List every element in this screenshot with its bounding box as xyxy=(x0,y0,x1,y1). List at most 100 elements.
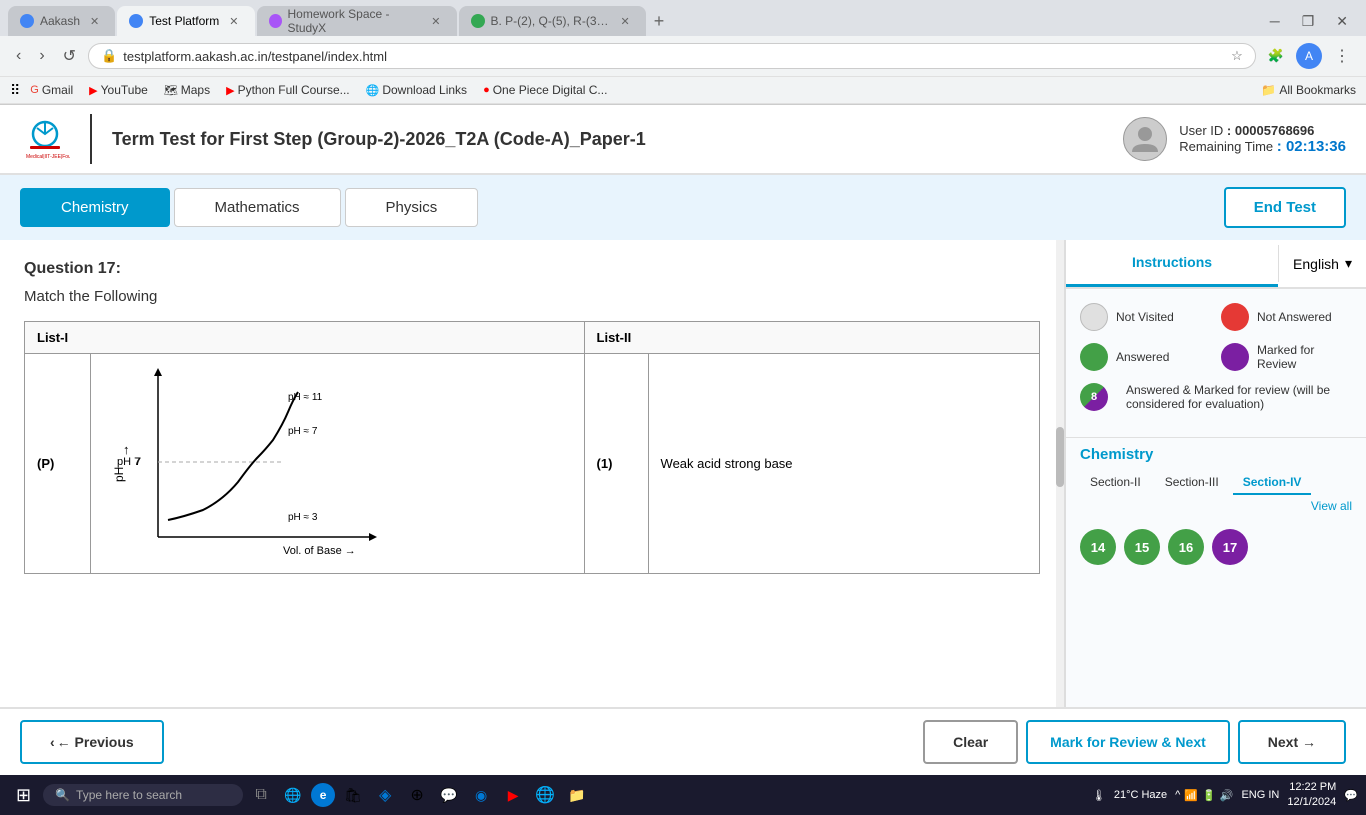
q-btn-17[interactable]: 17 xyxy=(1212,529,1248,565)
svg-text:pH ≈ 7: pH ≈ 7 xyxy=(288,426,318,437)
extensions-button[interactable]: 🧩 xyxy=(1262,44,1290,68)
all-bookmarks[interactable]: 📁 All Bookmarks xyxy=(1261,83,1356,97)
new-tab-button[interactable]: + xyxy=(648,11,671,32)
taskbar-whatsapp[interactable]: 💬 xyxy=(435,781,463,809)
notification-icon[interactable]: 💬 xyxy=(1344,789,1358,802)
volume-icon[interactable]: 🔊 xyxy=(1220,789,1234,802)
bookmark-python-label: Python Full Course... xyxy=(238,83,350,97)
profile-button[interactable]: A xyxy=(1296,43,1322,69)
restore-button[interactable]: ❐ xyxy=(1292,9,1325,34)
q-btn-16[interactable]: 16 xyxy=(1168,529,1204,565)
legend-row-1: Not Visited Not Answered xyxy=(1080,303,1352,331)
taskbar-app3[interactable]: ◉ xyxy=(467,781,495,809)
bookmark-maps[interactable]: 🗺 Maps xyxy=(158,81,216,99)
scroll-thumb[interactable] xyxy=(1056,427,1064,487)
bookmark-youtube[interactable]: ▶ YouTube xyxy=(83,81,154,99)
bookmark-gmail[interactable]: G Gmail xyxy=(24,81,79,99)
address-bar[interactable]: 🔒 testplatform.aakash.ac.in/testpanel/in… xyxy=(88,43,1256,69)
taskbar-youtube[interactable]: ▶ xyxy=(499,781,527,809)
section-tabs: Section-II Section-III Section-IV View a… xyxy=(1066,467,1366,521)
tab-aakash-label: Aakash xyxy=(40,14,80,28)
taskbar-edge[interactable]: 🌐 xyxy=(279,781,307,809)
tab-mathematics[interactable]: Mathematics xyxy=(174,188,341,227)
bookmark-python[interactable]: ▶ Python Full Course... xyxy=(220,81,356,99)
maps-icon: 🗺 xyxy=(164,84,178,97)
clear-button[interactable]: Clear xyxy=(923,720,1018,764)
section-ii-tab[interactable]: Section-II xyxy=(1080,471,1151,495)
tab-chemistry[interactable]: Chemistry xyxy=(20,188,170,227)
row-label-cell: (P) xyxy=(25,354,91,574)
user-avatar xyxy=(1123,117,1167,161)
bookmark-download-label: Download Links xyxy=(382,83,467,97)
tab-aakash[interactable]: Aakash ✕ xyxy=(8,6,115,36)
not-visited-label: Not Visited xyxy=(1116,310,1174,324)
section-iii-tab[interactable]: Section-III xyxy=(1155,471,1229,495)
view-all-link[interactable]: View all xyxy=(1311,499,1352,513)
tab-google-label: B. P-(2), Q-(5), R-(3), S-(4 - Goo... xyxy=(491,14,611,28)
task-view-button[interactable]: ⧉ xyxy=(247,781,275,809)
star-icon[interactable]: ☆ xyxy=(1231,48,1243,64)
taskbar-store[interactable]: 🛍 xyxy=(339,781,367,809)
chevron-down-icon: ▾ xyxy=(1345,255,1352,272)
gmail-icon: G xyxy=(30,84,39,96)
taskbar-chrome[interactable]: 🌐 xyxy=(531,781,559,809)
tab-google-close[interactable]: ✕ xyxy=(617,13,634,30)
chevron-up-icon[interactable]: ^ xyxy=(1175,789,1180,801)
tab-testplatform-close[interactable]: ✕ xyxy=(225,13,242,30)
list-ii-header: List-II xyxy=(584,322,1039,354)
forward-button[interactable]: › xyxy=(33,43,50,69)
apps-icon[interactable]: ⠿ xyxy=(10,82,20,99)
taskbar-app2[interactable]: ⊕ xyxy=(403,781,431,809)
not-answered-dot xyxy=(1221,303,1249,331)
bookmark-onepiece[interactable]: ● One Piece Digital C... xyxy=(477,81,613,99)
aakash-favicon xyxy=(20,14,34,28)
tab-testplatform[interactable]: Test Platform ✕ xyxy=(117,6,254,36)
language-dropdown[interactable]: English ▾ xyxy=(1278,245,1366,282)
reload-button[interactable]: ↺ xyxy=(57,42,82,70)
tab-studyx-close[interactable]: ✕ xyxy=(427,13,444,30)
start-button[interactable]: ⊞ xyxy=(8,781,39,810)
time-display: 12:22 PM xyxy=(1287,780,1336,795)
testplatform-favicon xyxy=(129,14,143,28)
exam-title: Term Test for First Step (Group-2)-2026_… xyxy=(112,129,1123,150)
bookmark-youtube-label: YouTube xyxy=(101,83,148,97)
app-header: Medical|IIT-JEE|Foundations Term Test fo… xyxy=(0,105,1366,175)
svg-text:↑: ↑ xyxy=(123,442,130,457)
q-btn-15[interactable]: 15 xyxy=(1124,529,1160,565)
all-bookmarks-label: All Bookmarks xyxy=(1279,83,1356,97)
tab-google[interactable]: B. P-(2), Q-(5), R-(3), S-(4 - Goo... ✕ xyxy=(459,6,646,36)
legend-answered: Answered xyxy=(1080,343,1211,371)
taskbar-files[interactable]: 📁 xyxy=(563,781,591,809)
tab-studyx-label: Homework Space - StudyX xyxy=(288,7,422,35)
battery-icon[interactable]: 🔋 xyxy=(1202,789,1216,802)
q-btn-14[interactable]: 14 xyxy=(1080,529,1116,565)
remaining-time-row: Remaining Time : 02:13:36 xyxy=(1179,138,1346,155)
tab-physics[interactable]: Physics xyxy=(345,188,479,227)
next-button[interactable]: Next → xyxy=(1238,720,1346,764)
taskbar-edge2[interactable]: e xyxy=(311,783,335,807)
instructions-tab[interactable]: Instructions xyxy=(1066,240,1278,287)
bottom-nav: ‹ ← Previous Clear Mark for Review & Nex… xyxy=(0,707,1366,775)
youtube-icon: ▶ xyxy=(89,84,97,97)
tab-studyx[interactable]: Homework Space - StudyX ✕ xyxy=(257,6,457,36)
lock-icon: 🔒 xyxy=(101,48,117,64)
search-bar[interactable]: 🔍 Type here to search xyxy=(43,784,243,806)
close-button[interactable]: ✕ xyxy=(1326,9,1358,34)
taskbar-app1[interactable]: ◈ xyxy=(371,781,399,809)
minimize-button[interactable]: ─ xyxy=(1260,9,1290,33)
previous-button[interactable]: ‹ ← Previous xyxy=(20,720,164,764)
tab-aakash-close[interactable]: ✕ xyxy=(86,13,103,30)
tab-bar: Aakash ✕ Test Platform ✕ Homework Space … xyxy=(0,0,1366,36)
browser-chrome: Aakash ✕ Test Platform ✕ Homework Space … xyxy=(0,0,1366,105)
menu-button[interactable]: ⋮ xyxy=(1328,42,1356,70)
legend-not-visited: Not Visited xyxy=(1080,303,1211,331)
end-test-button[interactable]: End Test xyxy=(1224,187,1346,228)
bookmark-download[interactable]: 🌐 Download Links xyxy=(360,81,473,99)
network-icon[interactable]: 📶 xyxy=(1184,789,1198,802)
review-button[interactable]: Mark for Review & Next xyxy=(1026,720,1230,764)
onepiece-icon: ● xyxy=(483,84,490,96)
scroll-track[interactable] xyxy=(1056,240,1064,707)
panel-header: Instructions English ▾ xyxy=(1066,240,1366,289)
section-iv-tab[interactable]: Section-IV xyxy=(1233,471,1312,495)
back-button[interactable]: ‹ xyxy=(10,43,27,69)
